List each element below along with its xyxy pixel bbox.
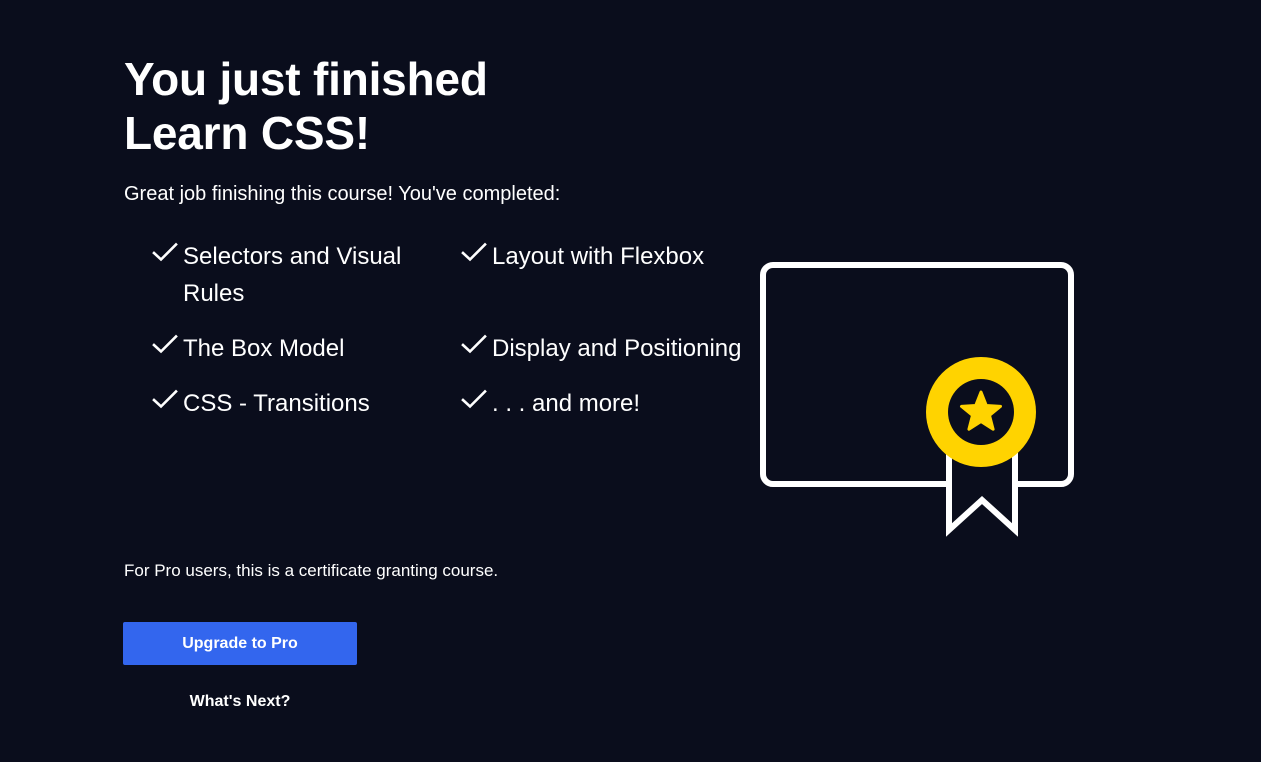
topic-label: . . . and more! xyxy=(492,390,641,417)
title-line-2: Learn CSS! xyxy=(124,107,370,159)
topic-label: CSS - Transitions xyxy=(183,390,370,417)
check-icon xyxy=(461,240,487,266)
check-icon xyxy=(461,332,487,358)
topic-label: The Box Model xyxy=(183,335,345,362)
page-title: You just finished Learn CSS! xyxy=(124,52,644,160)
check-icon xyxy=(152,387,178,413)
check-icon xyxy=(152,332,178,358)
topic-item: Selectors and Visual Rules xyxy=(152,238,442,312)
topic-label: Display and Positioning xyxy=(492,335,742,362)
topic-label: Selectors and Visual Rules xyxy=(183,243,402,307)
check-icon xyxy=(152,240,178,266)
topic-label: Layout with Flexbox xyxy=(492,243,705,270)
pro-certificate-note: For Pro users, this is a certificate gra… xyxy=(124,561,499,580)
title-line-1: You just finished xyxy=(124,53,488,105)
topic-item: Display and Positioning xyxy=(461,330,761,367)
topic-item: The Box Model xyxy=(152,330,442,367)
certificate-icon xyxy=(758,258,1078,538)
topic-item: CSS - Transitions xyxy=(152,385,442,422)
check-icon xyxy=(461,387,487,413)
completion-page: You just finished Learn CSS! Great job f… xyxy=(0,0,1261,762)
upgrade-to-pro-button[interactable]: Upgrade to Pro xyxy=(123,622,357,665)
topic-item: . . . and more! xyxy=(461,385,751,422)
whats-next-link[interactable]: What's Next? xyxy=(123,690,357,714)
topic-item: Layout with Flexbox xyxy=(461,238,751,275)
completion-intro: Great job finishing this course! You've … xyxy=(124,183,561,205)
